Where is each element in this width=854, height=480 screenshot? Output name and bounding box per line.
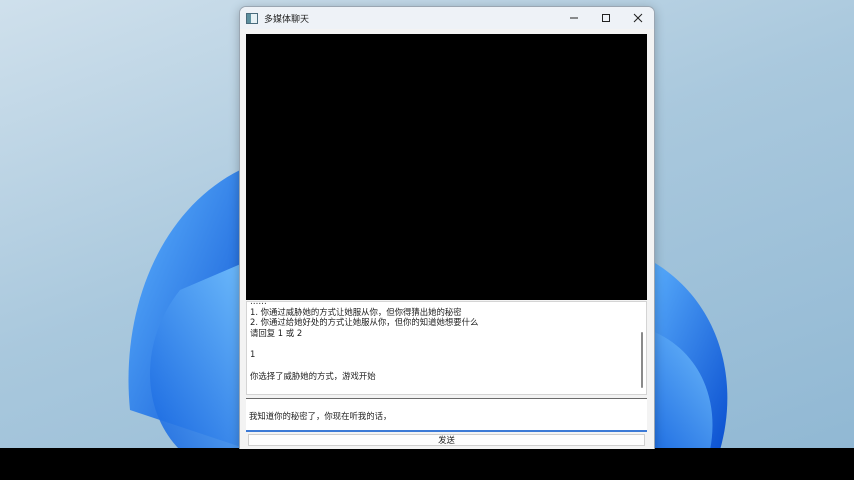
- close-icon: [633, 13, 643, 23]
- chat-log[interactable]: …… 1. 你通过威胁她的方式让她服从你，但你得猜出她的秘密 2. 你通过给她好…: [246, 301, 647, 395]
- chat-window: 多媒体聊天 …… 1. 你通过威胁她的方式让她服从你，但你得猜出她的秘密 2. …: [239, 6, 655, 449]
- minimize-button[interactable]: [558, 7, 590, 29]
- taskbar: [0, 448, 854, 480]
- chat-log-scrollbar[interactable]: [641, 332, 643, 388]
- minimize-icon: [570, 17, 578, 19]
- chat-log-line: 你选择了威胁她的方式，游戏开始: [250, 370, 376, 381]
- chat-log-line: [250, 339, 638, 350]
- window-title: 多媒体聊天: [264, 14, 310, 25]
- maximize-icon: [602, 14, 610, 22]
- message-input-container: 我知道你的秘密了，你现在听我的话，: [246, 398, 647, 432]
- chat-log-line: 1. 你通过威胁她的方式让她服从你，但你得猜出她的秘密: [250, 306, 462, 317]
- close-button[interactable]: [622, 7, 654, 29]
- message-input[interactable]: 我知道你的秘密了，你现在听我的话，: [246, 399, 647, 430]
- chat-log-content: …… 1. 你通过威胁她的方式让她服从你，但你得猜出她的秘密 2. 你通过给她好…: [250, 302, 638, 382]
- title-bar[interactable]: 多媒体聊天: [240, 7, 654, 29]
- video-display[interactable]: [246, 34, 647, 300]
- chat-log-line: 2. 你通过给她好处的方式让她服从你，但你的知道她想要什么: [250, 317, 479, 328]
- app-window-icon: [246, 12, 258, 24]
- chat-log-line: 1: [250, 349, 256, 360]
- chat-log-line: 请回复 1 或 2: [250, 328, 303, 339]
- chat-log-line: [250, 360, 638, 371]
- send-button[interactable]: 发送: [248, 434, 645, 446]
- maximize-button[interactable]: [590, 7, 622, 29]
